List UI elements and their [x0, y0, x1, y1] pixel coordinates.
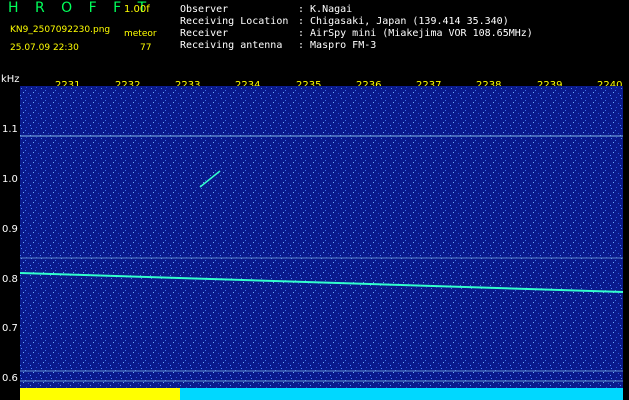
bottom-band-yellow	[20, 388, 180, 400]
y-tick-0-7: 0.7	[2, 323, 18, 334]
y-tick-1-0: 1.0	[2, 174, 18, 185]
y-tick-0-9: 0.9	[2, 224, 18, 235]
info-value-antenna: : Maspro FM-3	[298, 40, 377, 51]
y-tick-1-1: 1.1	[2, 124, 18, 135]
info-value-receiver: : AirSpy mini (Miakejima VOR 108.65MHz)	[298, 28, 533, 39]
filename-label: KN9_2507092230.png	[10, 25, 111, 35]
info-label-receiver: Receiver	[180, 28, 229, 39]
info-label-antenna: Receiving antenna	[180, 40, 283, 51]
info-label-observer: Observer	[180, 4, 229, 15]
y-tick-0-8: 0.8	[2, 274, 18, 285]
datetime-label: 25.07.09 22:30	[10, 43, 79, 53]
y-axis-unit: kHz	[1, 74, 20, 85]
meteor-count-value: 77	[140, 43, 152, 53]
spectrogram-svg	[20, 86, 623, 400]
info-value-location: : Chigasaki, Japan (139.414 35.340)	[298, 16, 509, 27]
spectrogram-plot	[20, 86, 623, 400]
noise-background	[20, 86, 623, 400]
info-value-observer: : K.Nagai	[298, 4, 353, 15]
meteor-count-label: meteor	[124, 29, 157, 39]
version-label: 1.00f	[124, 4, 150, 15]
info-label-location: Receiving Location	[180, 16, 289, 27]
y-tick-0-6: 0.6	[2, 373, 18, 384]
